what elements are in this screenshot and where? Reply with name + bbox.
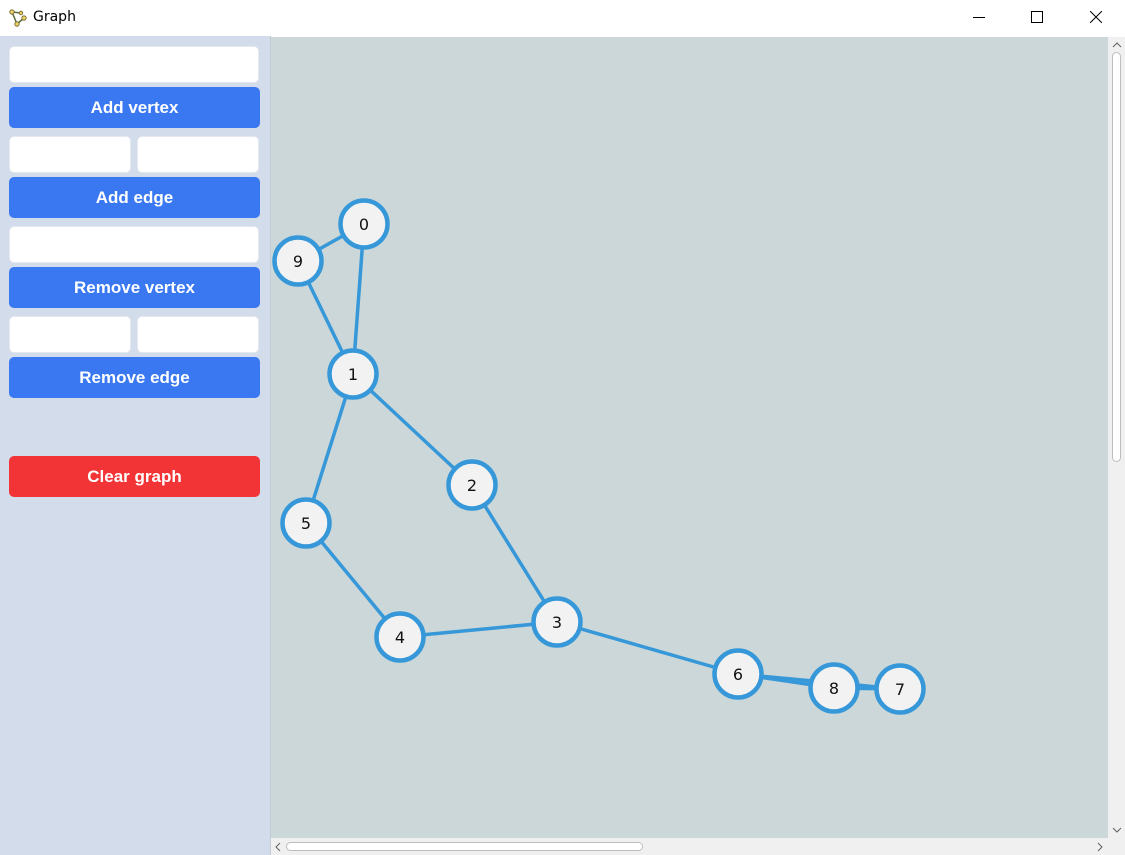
remove-edge-to-input[interactable] — [137, 316, 259, 353]
graph-drawing[interactable]: 0 1 2 3 4 5 6 7 8 9 — [271, 37, 1108, 838]
add-vertex-button[interactable]: Add vertex — [9, 87, 260, 128]
vertex-6[interactable]: 6 — [712, 648, 764, 700]
minimize-button[interactable] — [950, 0, 1008, 34]
remove-vertex-button[interactable]: Remove vertex — [9, 267, 260, 308]
vertex-1[interactable]: 1 — [327, 348, 379, 400]
vertex-8[interactable]: 8 — [808, 662, 860, 714]
scroll-up-icon[interactable] — [1111, 39, 1123, 51]
vertex-label: 1 — [348, 365, 358, 384]
title-bar: Graph — [0, 0, 1125, 36]
vertex-label: 4 — [395, 628, 405, 647]
maximize-icon — [1031, 11, 1043, 23]
edge-from-input[interactable] — [9, 136, 131, 173]
control-sidebar: Add vertex Add edge Remove vertex Remove… — [0, 36, 271, 855]
vertex-label: 0 — [359, 215, 369, 234]
horizontal-scroll-thumb[interactable] — [286, 842, 643, 851]
edge-3-6[interactable] — [556, 620, 739, 676]
remove-edge-from-input[interactable] — [9, 316, 131, 353]
remove-edge-button[interactable]: Remove edge — [9, 357, 260, 398]
graph-app-icon — [9, 9, 27, 27]
vertex-input[interactable] — [9, 46, 259, 83]
scroll-left-icon[interactable] — [272, 841, 284, 853]
scroll-right-icon[interactable] — [1094, 841, 1106, 853]
window-title: Graph — [33, 9, 76, 25]
vertex-4[interactable]: 4 — [374, 611, 426, 663]
vertex-3[interactable]: 3 — [531, 596, 583, 648]
vertex-label: 8 — [829, 679, 839, 698]
vertex-label: 9 — [293, 252, 303, 271]
horizontal-scrollbar[interactable] — [271, 838, 1108, 855]
clear-graph-button[interactable]: Clear graph — [9, 456, 260, 497]
vertical-scrollbar[interactable] — [1108, 37, 1125, 838]
vertex-label: 2 — [467, 476, 477, 495]
minimize-icon — [973, 17, 985, 18]
scroll-down-icon[interactable] — [1111, 824, 1123, 836]
maximize-button[interactable] — [1008, 0, 1066, 34]
close-icon — [1090, 11, 1102, 23]
graph-window: Graph Add vertex Add edge Remove vertex — [0, 0, 1125, 855]
vertex-label: 7 — [895, 680, 905, 699]
vertical-scroll-thumb[interactable] — [1112, 52, 1121, 462]
scrollbar-corner — [1108, 838, 1125, 855]
vertex-5[interactable]: 5 — [280, 497, 332, 549]
remove-vertex-input[interactable] — [9, 226, 259, 263]
vertex-2[interactable]: 2 — [446, 459, 498, 511]
graph-canvas[interactable]: 0 1 2 3 4 5 6 7 8 9 — [271, 37, 1108, 838]
vertex-label: 3 — [552, 613, 562, 632]
vertex-9[interactable]: 9 — [272, 235, 324, 287]
vertex-7[interactable]: 7 — [874, 663, 926, 715]
vertex-0[interactable]: 0 — [338, 198, 390, 250]
vertex-label: 6 — [733, 665, 743, 684]
close-button[interactable] — [1067, 0, 1125, 34]
vertex-label: 5 — [301, 514, 311, 533]
add-edge-button[interactable]: Add edge — [9, 177, 260, 218]
edge-to-input[interactable] — [137, 136, 259, 173]
